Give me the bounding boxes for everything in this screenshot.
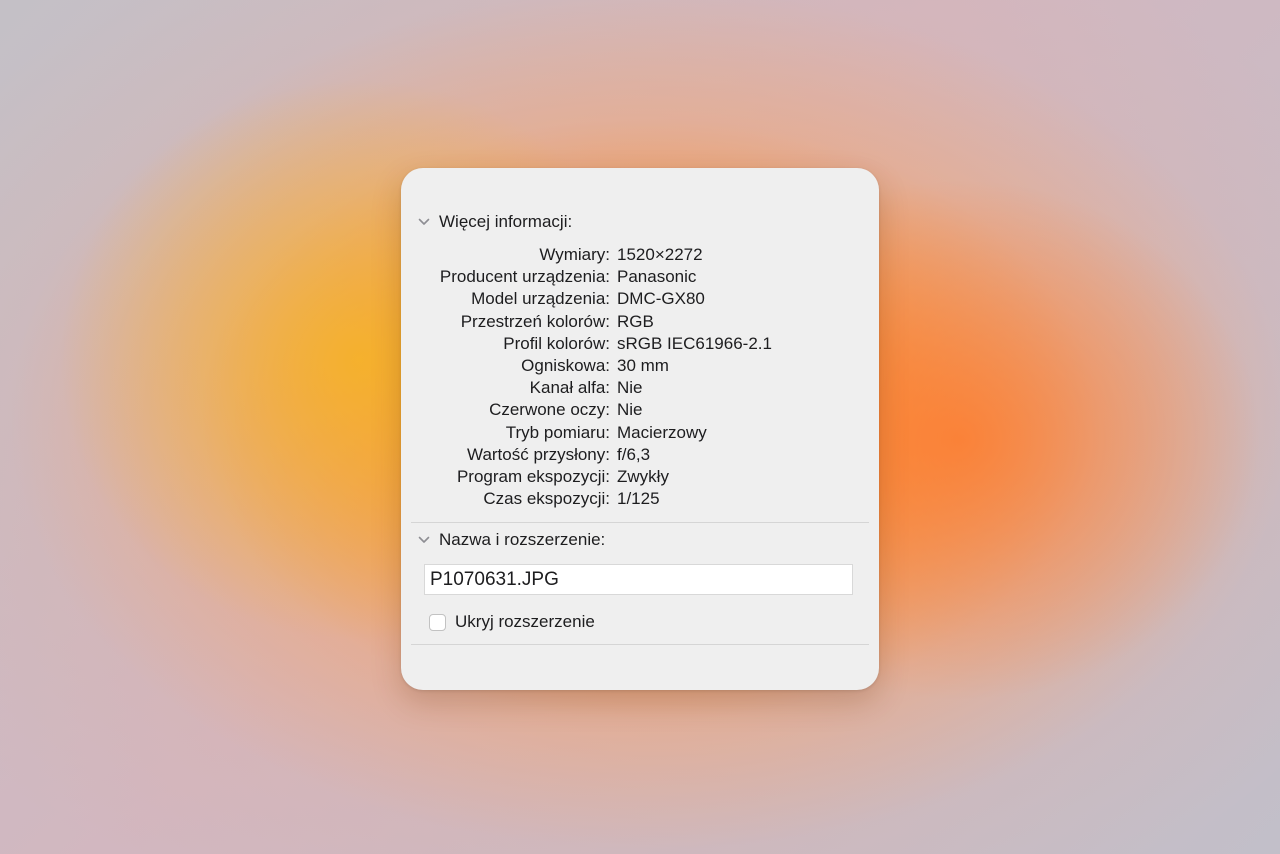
metadata-row-dimensions: Wymiary: 1520×2272 [401,244,879,266]
metadata-row-red-eye: Czerwone oczy: Nie [401,399,879,421]
metadata-row-color-profile: Profil kolorów: sRGB IEC61966-2.1 [401,333,879,355]
metadata-label: Profil kolorów: [503,333,610,353]
metadata-value: Nie [617,378,643,398]
metadata-value: RGB [617,311,654,331]
metadata-value: Nie [617,400,643,420]
metadata-label: Program ekspozycji: [456,466,610,486]
name-extension-title: Nazwa i rozszerzenie: [439,530,606,549]
metadata-row-device-make: Producent urządzenia: Panasonic [401,266,879,288]
metadata-row-metering-mode: Tryb pomiaru: Macierzowy [401,422,879,444]
metadata-label: Ogniskowa: [521,355,610,375]
metadata-label: Wartość przysłony: [467,444,610,464]
metadata-value: 30 mm [617,355,669,375]
metadata-value: 1520×2272 [617,245,703,264]
metadata-label: Czerwone oczy: [489,400,610,420]
chevron-down-icon[interactable] [417,533,431,547]
metadata-label: Tryb pomiaru: [505,422,610,442]
metadata-value: Panasonic [617,267,697,287]
more-info-title: Więcej informacji: [439,212,573,231]
section-divider [411,522,869,523]
metadata-value: Zwykły [617,466,669,486]
metadata-value: f/6,3 [617,444,651,464]
metadata-label: Wymiary: [539,245,610,264]
metadata-row-color-space: Przestrzeń kolorów: RGB [401,311,879,333]
filename-input[interactable] [424,564,853,595]
section-divider [411,644,869,645]
chevron-down-icon[interactable] [417,215,431,229]
metadata-value: DMC-GX80 [617,289,705,309]
name-extension-section-toggle[interactable]: Nazwa i rozszerzenie: [417,529,605,551]
metadata-label: Kanał alfa: [529,378,610,398]
metadata-value: sRGB IEC61966-2.1 [617,333,772,353]
metadata-row-aperture: Wartość przysłony: f/6,3 [401,444,879,466]
metadata-label: Producent urządzenia: [439,267,610,287]
info-panel: Więcej informacji: Wymiary: 1520×2272 Pr… [401,168,879,690]
hide-extension-option[interactable]: Ukryj rozszerzenie [429,611,595,633]
metadata-row-alpha-channel: Kanał alfa: Nie [401,377,879,399]
metadata-row-device-model: Model urządzenia: DMC-GX80 [401,288,879,310]
hide-extension-checkbox[interactable] [429,613,446,631]
metadata-value: 1/125 [617,489,660,509]
metadata-label: Czas ekspozycji: [483,489,610,509]
metadata-label: Przestrzeń kolorów: [460,311,610,331]
metadata-row-exposure-time: Czas ekspozycji: 1/125 [401,488,879,510]
metadata-list: Wymiary: 1520×2272 Producent urządzenia:… [401,244,879,510]
metadata-row-exposure-program: Program ekspozycji: Zwykły [401,466,879,488]
metadata-label: Model urządzenia: [471,289,610,309]
more-info-section-toggle[interactable]: Więcej informacji: [417,211,572,233]
metadata-value: Macierzowy [617,422,707,442]
metadata-row-focal-length: Ogniskowa: 30 mm [401,355,879,377]
hide-extension-label[interactable]: Ukryj rozszerzenie [455,612,595,632]
